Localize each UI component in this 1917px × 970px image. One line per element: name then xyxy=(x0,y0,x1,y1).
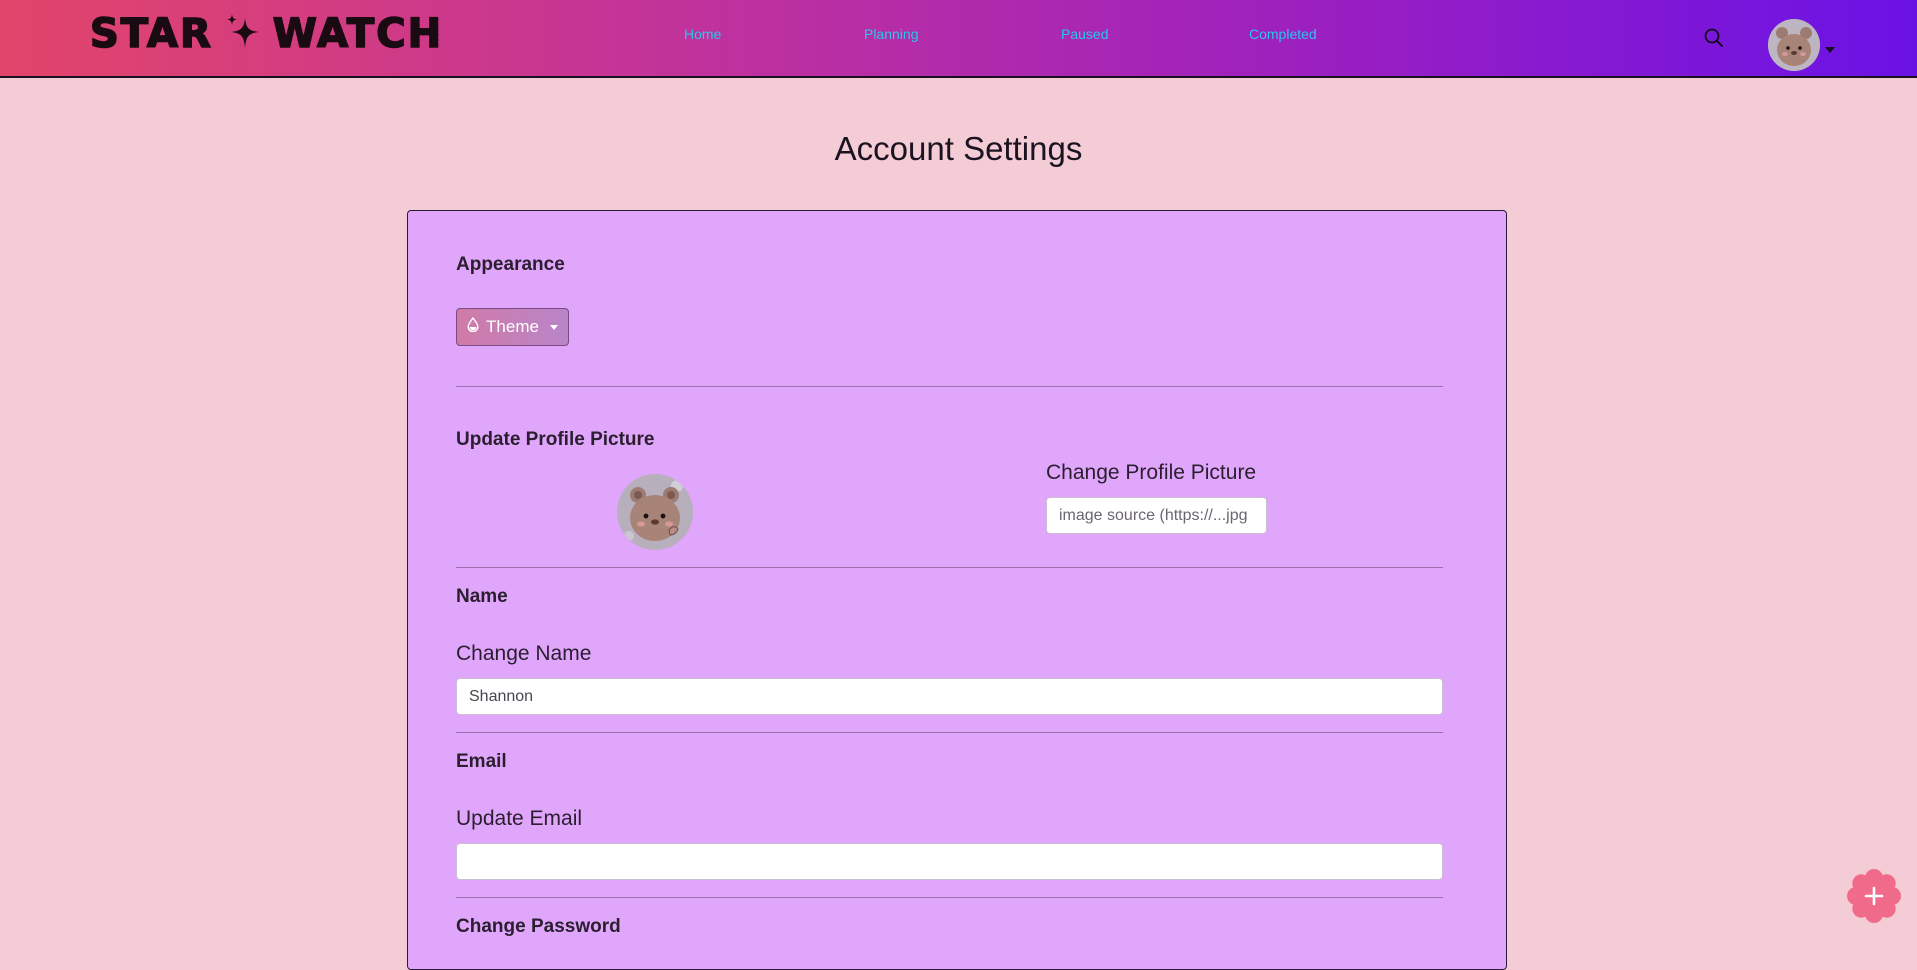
avatar-dropdown-caret-icon[interactable] xyxy=(1825,47,1835,53)
profile-picture-heading: Update Profile Picture xyxy=(456,429,655,450)
search-icon[interactable] xyxy=(1703,27,1725,49)
section-divider xyxy=(456,567,1443,568)
nav-link-home[interactable]: Home xyxy=(684,26,721,42)
theme-dropdown-button[interactable]: Theme xyxy=(456,308,569,346)
top-navbar: STAR WATCH Home Planning Paused Complete… xyxy=(0,0,1917,78)
nav-link-planning[interactable]: Planning xyxy=(864,26,919,42)
section-divider xyxy=(456,386,1443,387)
name-input[interactable] xyxy=(456,678,1443,715)
change-name-label: Change Name xyxy=(456,642,592,665)
section-divider xyxy=(456,897,1443,898)
nav-link-paused[interactable]: Paused xyxy=(1061,26,1108,42)
chevron-down-icon xyxy=(549,324,558,330)
change-password-heading: Change Password xyxy=(456,916,621,937)
user-avatar[interactable] xyxy=(1768,19,1820,71)
change-profile-picture-label: Change Profile Picture xyxy=(1046,461,1257,484)
theme-button-label: Theme xyxy=(486,317,539,336)
main-nav: Home Planning Paused Completed xyxy=(0,26,1917,46)
nav-link-completed[interactable]: Completed xyxy=(1249,26,1317,42)
email-heading: Email xyxy=(456,751,507,772)
name-heading: Name xyxy=(456,586,508,607)
profile-picture-preview xyxy=(617,474,693,550)
droplet-icon xyxy=(467,316,479,337)
profile-picture-source-input[interactable] xyxy=(1046,497,1267,534)
email-input[interactable] xyxy=(456,843,1443,880)
section-divider xyxy=(456,732,1443,733)
update-email-label: Update Email xyxy=(456,807,583,830)
page-title: Account Settings xyxy=(834,130,1083,167)
add-floating-button[interactable] xyxy=(1847,869,1901,923)
account-settings-card: Appearance Theme Update Profile Picture xyxy=(407,210,1507,970)
appearance-heading: Appearance xyxy=(456,254,565,275)
